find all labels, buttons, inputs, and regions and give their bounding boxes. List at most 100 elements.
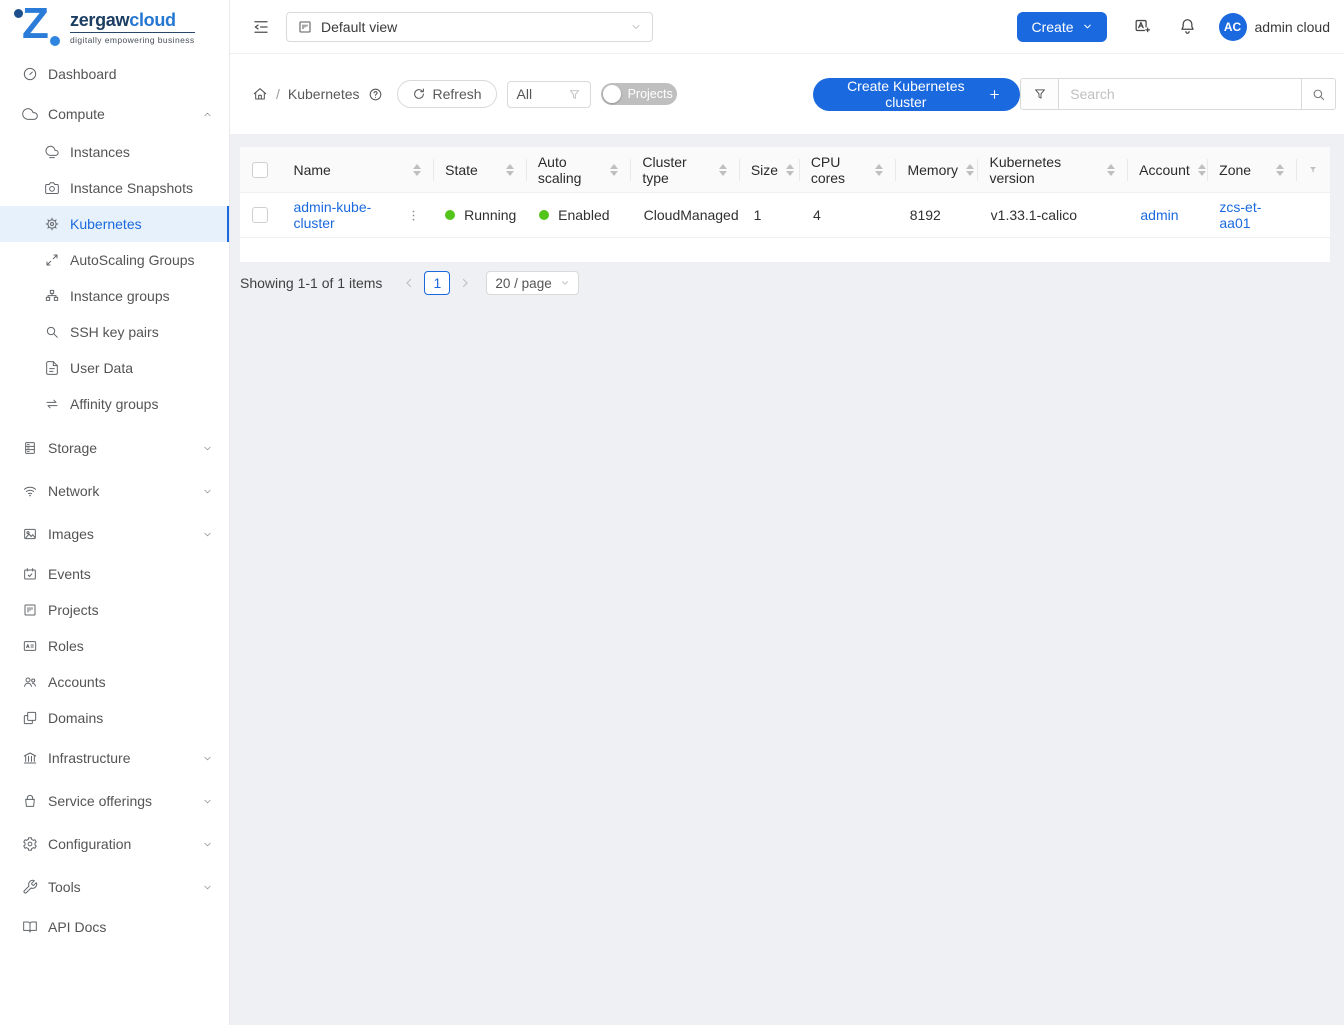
create-button[interactable]: Create [1017, 12, 1106, 42]
status-label: Enabled [558, 207, 609, 223]
sidebar-item-label: Compute [48, 106, 105, 122]
view-selector[interactable]: Default view [286, 12, 653, 42]
column-header-account[interactable]: Account [1127, 147, 1207, 192]
sort-icon[interactable] [1099, 164, 1115, 176]
database-icon [22, 440, 38, 456]
sidebar-item-ssh-key-pairs[interactable]: SSH key pairs [0, 314, 229, 350]
user-avatar[interactable]: AC [1219, 13, 1247, 41]
column-header-size[interactable]: Size [739, 147, 799, 192]
column-label: Auto scaling [538, 154, 603, 186]
sort-icon[interactable] [778, 164, 794, 176]
column-header-state[interactable]: State [433, 147, 526, 192]
zone-link[interactable]: zcs-et-aa01 [1219, 199, 1284, 231]
sidebar-item-label: AutoScaling Groups [70, 252, 195, 268]
home-icon[interactable] [252, 86, 268, 102]
sidebar-item-configuration[interactable]: Configuration [0, 824, 229, 864]
previous-page-icon[interactable] [403, 277, 415, 289]
refresh-button[interactable]: Refresh [397, 80, 497, 108]
cluster-name-link[interactable]: admin-kube-cluster [293, 199, 406, 231]
menu-fold-icon[interactable] [252, 18, 270, 36]
wifi-icon [22, 483, 38, 499]
page-number-button[interactable]: 1 [424, 271, 450, 295]
create-kubernetes-cluster-button[interactable]: Create Kubernetes cluster [813, 78, 1020, 111]
sidebar-item-label: Storage [48, 440, 97, 456]
sidebar-item-instances[interactable]: Instances [0, 134, 229, 170]
search-filter-funnel-icon[interactable] [1021, 79, 1059, 109]
column-header-memory[interactable]: Memory [895, 147, 977, 192]
row-checkbox[interactable] [252, 207, 268, 223]
sidebar-item-accounts[interactable]: Accounts [0, 664, 229, 700]
sidebar-item-kubernetes[interactable]: Kubernetes [0, 206, 229, 242]
main-area: Default view Create AC admin cloud [230, 0, 1344, 1025]
sidebar-item-user-data[interactable]: User Data [0, 350, 229, 386]
page-size-select[interactable]: 20 / page [486, 271, 578, 295]
column-header-cluster-type[interactable]: Cluster type [630, 147, 738, 192]
sidebar-item-infrastructure[interactable]: Infrastructure [0, 738, 229, 778]
expand-arrows-icon [44, 252, 60, 268]
key-search-icon [44, 324, 60, 340]
sidebar-item-api-docs[interactable]: API Docs [0, 907, 229, 947]
column-header-zone[interactable]: Zone [1207, 147, 1296, 192]
sidebar-item-images[interactable]: Images [0, 514, 229, 554]
account-link[interactable]: admin [1140, 207, 1178, 223]
sidebar-item-label: Dashboard [48, 66, 117, 82]
next-page-icon[interactable] [459, 277, 471, 289]
sidebar-item-events[interactable]: Events [0, 556, 229, 592]
sidebar-item-roles[interactable]: Roles [0, 628, 229, 664]
projects-toggle[interactable]: Projects [601, 83, 678, 105]
blocks-icon [22, 710, 38, 726]
column-header-name[interactable]: Name [281, 147, 433, 192]
filter-select[interactable]: All [507, 81, 591, 108]
sort-icon[interactable] [498, 164, 514, 176]
sidebar-item-label: Tools [48, 879, 81, 895]
table-filter-icon[interactable] [1296, 147, 1330, 192]
column-header-cpu-cores[interactable]: CPU cores [799, 147, 896, 192]
sidebar-item-instance-groups[interactable]: Instance groups [0, 278, 229, 314]
brand-logo[interactable]: Z zergawcloud digitally empowering busin… [0, 0, 229, 54]
brand-logo-mark-icon: Z [10, 3, 66, 51]
help-icon[interactable] [368, 87, 383, 102]
sidebar-item-autoscaling-groups[interactable]: AutoScaling Groups [0, 242, 229, 278]
sort-icon[interactable] [1268, 164, 1284, 176]
sidebar-item-tools[interactable]: Tools [0, 867, 229, 907]
column-label: CPU cores [811, 154, 868, 186]
sidebar-item-network[interactable]: Network [0, 471, 229, 511]
sort-icon[interactable] [711, 164, 727, 176]
sidebar-item-label: Instance Snapshots [70, 180, 193, 196]
cell-zone: zcs-et-aa01 [1207, 193, 1296, 237]
notifications-bell-icon[interactable] [1178, 17, 1197, 36]
row-actions-icon[interactable] [406, 208, 421, 223]
sort-icon[interactable] [405, 164, 421, 176]
select-all-checkbox[interactable] [252, 162, 268, 178]
sort-icon[interactable] [958, 164, 974, 176]
cell-value: 4 [813, 207, 821, 223]
sort-icon[interactable] [602, 164, 618, 176]
sidebar-item-label: Events [48, 566, 91, 582]
filter-select-value: All [517, 86, 533, 102]
sidebar-item-label: SSH key pairs [70, 324, 159, 340]
sidebar-item-service-offerings[interactable]: Service offerings [0, 781, 229, 821]
search-bar [1020, 78, 1336, 110]
user-name[interactable]: admin cloud [1255, 19, 1331, 35]
toggle-knob [603, 85, 621, 103]
sidebar-item-projects[interactable]: Projects [0, 592, 229, 628]
chevron-down-icon [1082, 21, 1093, 32]
sidebar-item-compute[interactable]: Compute [0, 94, 229, 134]
view-selector-value: Default view [321, 19, 397, 35]
sidebar-item-label: Images [48, 526, 94, 542]
search-icon[interactable] [1301, 79, 1335, 109]
column-header-kubernetes-version[interactable]: Kubernetes version [977, 147, 1127, 192]
cell-value: 1 [754, 207, 762, 223]
sort-icon[interactable] [1190, 164, 1206, 176]
search-input[interactable] [1059, 79, 1301, 109]
sort-icon[interactable] [867, 164, 883, 176]
sidebar-item-storage[interactable]: Storage [0, 428, 229, 468]
table-body: admin-kube-clusterRunningEnabledCloudMan… [240, 193, 1330, 238]
language-add-icon[interactable] [1133, 17, 1152, 36]
sidebar-item-dashboard[interactable]: Dashboard [0, 54, 229, 94]
column-header-auto-scaling[interactable]: Auto scaling [526, 147, 631, 192]
sidebar-item-affinity-groups[interactable]: Affinity groups [0, 386, 229, 422]
sidebar-item-domains[interactable]: Domains [0, 700, 229, 736]
brand-name: zergawcloud [70, 10, 195, 31]
sidebar-item-instance-snapshots[interactable]: Instance Snapshots [0, 170, 229, 206]
